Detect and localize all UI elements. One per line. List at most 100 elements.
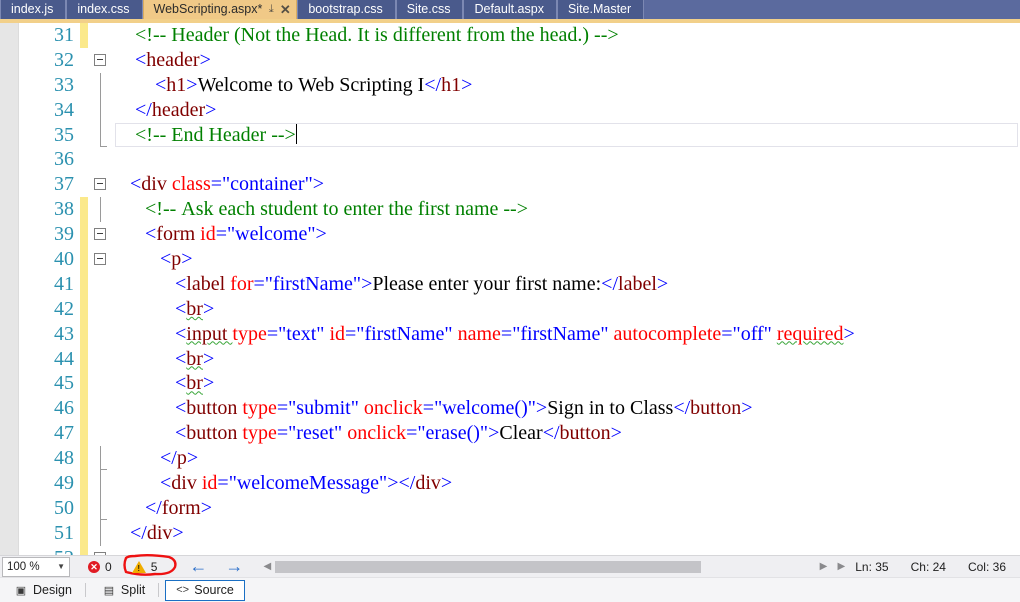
editor-tab-bootstrap-css[interactable]: bootstrap.css [297, 0, 396, 19]
fold-margin[interactable] [91, 520, 111, 546]
fold-margin[interactable] [91, 297, 111, 322]
code-lines-container[interactable]: 31 <!-- Header (Not the Head. It is diff… [19, 23, 1020, 555]
navigate-back-icon[interactable]: ← [189, 556, 207, 577]
fold-margin[interactable] [91, 421, 111, 446]
close-icon[interactable]: ✕ [278, 0, 292, 19]
fold-margin[interactable] [91, 172, 111, 197]
code-text[interactable]: <header> [115, 48, 211, 73]
view-tab-source[interactable]: <> Source [165, 579, 245, 601]
horizontal-scrollbar[interactable]: ◀ ▶ [261, 559, 829, 575]
warning-count-group[interactable]: 5 [122, 553, 177, 576]
code-text[interactable]: <input type="text" id="firstName" name="… [115, 322, 855, 347]
code-text[interactable]: <button type="reset" onclick="erase()">C… [115, 421, 622, 446]
fold-collapse-icon[interactable] [94, 178, 106, 191]
code-line[interactable]: 45 <br> [19, 371, 1020, 397]
code-text[interactable]: <div id="welcomeMessage"></div> [115, 471, 452, 496]
play-icon[interactable]: ▶ [838, 561, 846, 572]
fold-margin[interactable] [91, 322, 111, 347]
fold-collapse-icon[interactable] [94, 253, 106, 266]
fold-margin[interactable] [91, 371, 111, 396]
code-token: = [422, 397, 435, 420]
fold-margin[interactable] [91, 247, 111, 272]
view-tab-split[interactable]: ▤ Split [92, 580, 156, 601]
code-line[interactable]: 46 <button type="submit" onclick="welcom… [19, 396, 1020, 422]
fold-margin[interactable] [91, 546, 111, 555]
code-line[interactable]: 37 <div class="container"> [19, 172, 1020, 197]
fold-margin[interactable] [91, 446, 111, 472]
code-line[interactable]: 48 </p> [19, 446, 1020, 472]
scroll-left-icon[interactable]: ◀ [261, 561, 273, 572]
editor-tab-default-aspx[interactable]: Default.aspx [463, 0, 557, 19]
code-text[interactable]: <p> [115, 247, 193, 272]
fold-collapse-icon[interactable] [94, 53, 106, 66]
code-editor[interactable]: 31 <!-- Header (Not the Head. It is diff… [0, 23, 1020, 555]
code-line[interactable]: 52 [19, 545, 1020, 555]
code-line[interactable]: 39 <form id="welcome"> [19, 222, 1020, 248]
code-text[interactable]: <h1>Welcome to Web Scripting I</h1> [115, 73, 472, 98]
editor-tab-index-css[interactable]: index.css [66, 0, 143, 19]
editor-tab-webscripting-aspx[interactable]: WebScripting.aspx* ⤓ ✕ [142, 0, 298, 19]
change-indicator-bar [80, 495, 88, 521]
code-text[interactable]: <!-- Ask each student to enter the first… [115, 197, 528, 222]
fold-margin[interactable] [91, 222, 111, 247]
code-line[interactable]: 44 <br> [19, 346, 1020, 372]
scrollbar-thumb[interactable] [275, 560, 702, 573]
code-line[interactable]: 34 </header> [19, 97, 1020, 123]
code-line[interactable]: 43 <input type="text" id="firstName" nam… [19, 321, 1020, 347]
code-text[interactable]: <br> [115, 347, 214, 372]
error-count-group[interactable]: ✕ 0 [88, 560, 112, 574]
code-line[interactable]: 35 <!-- End Header --> [19, 122, 1020, 148]
code-text[interactable]: </form> [115, 496, 212, 521]
code-text[interactable]: <label for="firstName">Please enter your… [115, 272, 668, 297]
fold-margin[interactable] [91, 72, 111, 98]
view-tab-design[interactable]: ▣ Design [4, 580, 83, 601]
fold-margin[interactable] [91, 495, 111, 521]
code-text[interactable]: <form id="welcome"> [115, 222, 327, 247]
fold-margin[interactable] [91, 122, 111, 148]
navigate-forward-icon[interactable]: → [225, 556, 243, 577]
code-text[interactable]: <!-- End Header --> [115, 123, 297, 148]
code-line[interactable]: 40 <p> [19, 247, 1020, 272]
editor-tab-site-css[interactable]: Site.css [395, 0, 464, 19]
zoom-level-dropdown[interactable]: 100 % ▼ [2, 556, 70, 577]
code-text[interactable]: </div> [115, 521, 184, 546]
code-text[interactable]: </header> [115, 98, 216, 123]
code-token: > [387, 472, 399, 495]
code-text[interactable]: <!-- Header (Not the Head. It is differe… [115, 23, 619, 48]
scroll-right-icon[interactable]: ▶ [818, 561, 830, 572]
fold-margin[interactable] [91, 48, 111, 73]
code-line[interactable]: 41 <label for="firstName">Please enter y… [19, 271, 1020, 297]
code-text[interactable]: <br> [115, 371, 214, 396]
fold-margin[interactable] [91, 272, 111, 297]
fold-margin[interactable] [91, 396, 111, 421]
scrollbar-track[interactable] [273, 559, 818, 574]
code-text[interactable]: <div class="container"> [115, 172, 324, 197]
code-text[interactable]: <br> [115, 297, 214, 322]
navigation-arrows[interactable]: ← → [189, 556, 243, 577]
code-line[interactable]: 31 <!-- Header (Not the Head. It is diff… [19, 23, 1020, 48]
code-line[interactable]: 50 </form> [19, 495, 1020, 521]
fold-margin[interactable] [91, 471, 111, 496]
code-line[interactable]: 49 <div id="welcomeMessage"></div> [19, 471, 1020, 496]
line-number: 31 [54, 24, 74, 46]
editor-tab-index-js[interactable]: index.js [0, 0, 67, 19]
editor-tab-site-master[interactable]: Site.Master [556, 0, 645, 19]
code-line[interactable]: 36 [19, 147, 1020, 172]
code-line[interactable]: 42 <br> [19, 296, 1020, 322]
fold-collapse-icon[interactable] [94, 228, 106, 241]
code-text[interactable]: <button type="submit" onclick="welcome()… [115, 396, 753, 421]
fold-margin[interactable] [91, 347, 111, 372]
pin-icon[interactable]: ⤓ [264, 0, 278, 19]
code-line[interactable]: 47 <button type="reset" onclick="erase()… [19, 421, 1020, 447]
code-line[interactable]: 51 </div> [19, 520, 1020, 546]
fold-margin[interactable] [91, 23, 111, 48]
code-line[interactable]: 32 <header> [19, 48, 1020, 73]
fold-margin[interactable] [91, 197, 111, 223]
fold-margin[interactable] [91, 97, 111, 123]
code-line[interactable]: 33 <h1>Welcome to Web Scripting I</h1> [19, 72, 1020, 98]
code-text[interactable]: </p> [115, 446, 198, 471]
code-line[interactable]: 38 <!-- Ask each student to enter the fi… [19, 197, 1020, 223]
fold-margin[interactable] [91, 147, 111, 172]
